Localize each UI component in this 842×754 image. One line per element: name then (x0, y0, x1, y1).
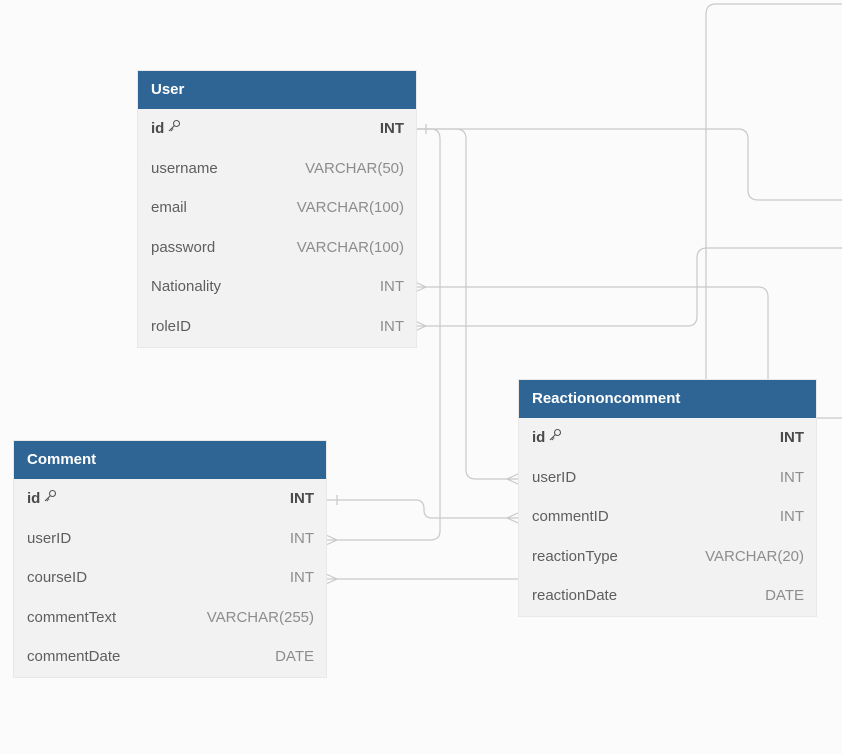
column-name: commentDate (27, 648, 121, 666)
column-type: DATE (765, 587, 804, 605)
column-row[interactable]: userID INT (14, 519, 326, 559)
column-row[interactable]: email VARCHAR(100) (138, 188, 416, 228)
column-type: INT (779, 429, 804, 446)
column-row[interactable]: courseID INT (14, 558, 326, 598)
edge-user-nationality-offscreen (415, 286, 769, 381)
key-icon (43, 479, 57, 519)
column-type: VARCHAR(100) (296, 238, 404, 256)
column-row[interactable]: id INT (14, 479, 326, 519)
column-type: INT (379, 278, 404, 296)
column-name: commentID (532, 508, 609, 526)
column-name: id (27, 490, 41, 507)
column-name: courseID (27, 569, 88, 587)
column-type: DATE (275, 648, 314, 666)
column-name: Nationality (151, 278, 222, 296)
column-row[interactable]: password VARCHAR(100) (138, 228, 416, 268)
column-type: INT (379, 120, 404, 137)
edge-comment-id-reaction-commentid (326, 499, 518, 519)
column-row[interactable]: commentDate DATE (14, 637, 326, 677)
column-row[interactable]: id INT (519, 418, 816, 458)
key-icon (548, 418, 562, 458)
table-title[interactable]: User (138, 71, 416, 109)
column-name: roleID (151, 317, 192, 335)
column-row[interactable]: roleID INT (138, 307, 416, 347)
column-type: VARCHAR(20) (705, 547, 804, 565)
column-name: commentText (27, 608, 117, 626)
table-title[interactable]: Comment (14, 441, 326, 479)
edge-user-id-reaction-userid (415, 128, 518, 480)
column-name: password (151, 238, 216, 256)
column-type: VARCHAR(100) (296, 199, 404, 217)
column-name: username (151, 159, 218, 177)
table-user[interactable]: User id INT username VARCHAR(50) email V… (138, 71, 416, 347)
column-row[interactable]: reactionDate DATE (519, 576, 816, 616)
column-name: userID (27, 529, 72, 547)
column-row[interactable]: commentID INT (519, 497, 816, 537)
column-type: INT (289, 529, 314, 547)
column-type: INT (289, 569, 314, 587)
column-name: userID (532, 468, 577, 486)
column-row[interactable]: reactionType VARCHAR(20) (519, 537, 816, 577)
column-row[interactable]: userID INT (519, 458, 816, 498)
key-icon (167, 109, 181, 149)
column-row[interactable]: id INT (138, 109, 416, 149)
edge-user-id-offscreen (415, 128, 842, 201)
column-row[interactable]: username VARCHAR(50) (138, 149, 416, 189)
table-comment[interactable]: Comment id INT userID INT courseID INT c… (14, 441, 326, 677)
column-name: id (151, 120, 165, 137)
edge-vertical-offscreen (705, 3, 842, 381)
table-title[interactable]: Reactiononcomment (519, 380, 816, 418)
column-type: VARCHAR(255) (206, 608, 314, 626)
column-name: email (151, 199, 187, 217)
column-type: VARCHAR(50) (305, 159, 404, 177)
column-row[interactable]: commentText VARCHAR(255) (14, 598, 326, 638)
column-name: reactionDate (532, 587, 618, 605)
column-row[interactable]: Nationality INT (138, 267, 416, 307)
column-type: INT (289, 490, 314, 507)
column-type: INT (379, 317, 404, 335)
table-reactiononcomment[interactable]: Reactiononcomment id INT userID INT comm… (519, 380, 816, 616)
column-type: INT (779, 468, 804, 486)
column-name: id (532, 429, 546, 446)
column-name: reactionType (532, 547, 618, 565)
column-type: INT (779, 508, 804, 526)
